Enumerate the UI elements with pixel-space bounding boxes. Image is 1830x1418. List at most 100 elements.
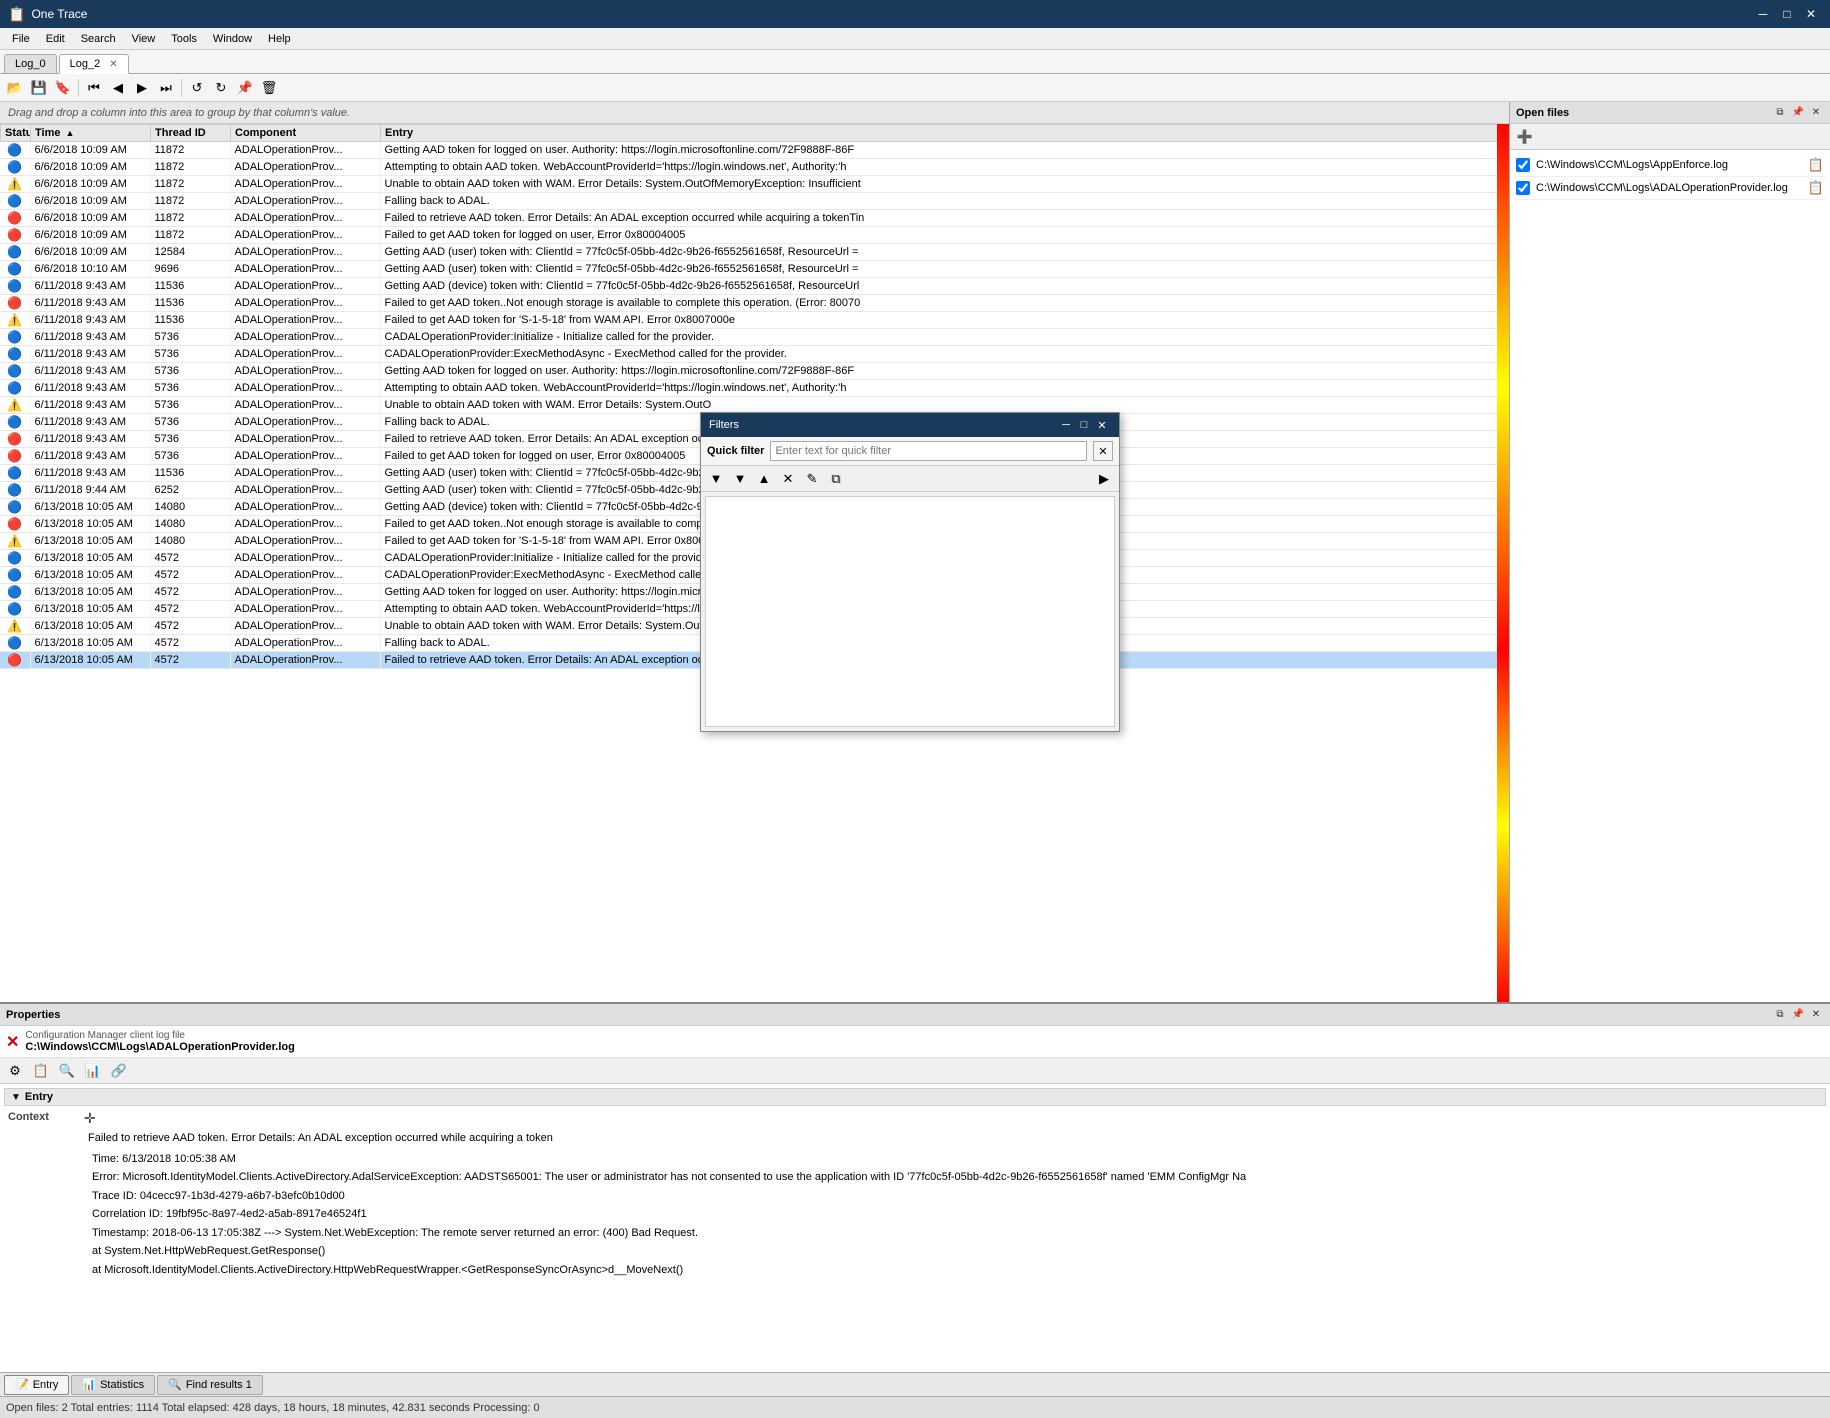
col-header-status[interactable]: Status bbox=[1, 125, 31, 142]
toolbar-save[interactable]: 💾 bbox=[28, 77, 50, 99]
table-row[interactable]: ⚠️ 6/11/2018 9:43 AM 11536 ADALOperation… bbox=[0, 312, 1509, 329]
filter-down-btn[interactable]: ▼ bbox=[729, 468, 751, 490]
table-row[interactable]: 🔵 6/6/2018 10:09 AM 11872 ADALOperationP… bbox=[0, 159, 1509, 176]
menu-search[interactable]: Search bbox=[73, 28, 124, 50]
quick-filter-clear-btn[interactable]: ✕ bbox=[1093, 441, 1113, 461]
menu-view[interactable]: View bbox=[124, 28, 164, 50]
tab-log2-close[interactable]: ✕ bbox=[109, 59, 117, 70]
toolbar-next[interactable]: ▶ bbox=[131, 77, 153, 99]
cell-component: ADALOperationProv... bbox=[230, 431, 380, 448]
menu-tools[interactable]: Tools bbox=[163, 28, 205, 50]
file-action-icon-0[interactable]: 📋 bbox=[1808, 157, 1824, 173]
cell-time: 6/13/2018 10:05 AM bbox=[30, 550, 150, 567]
toolbar-delete[interactable]: 🗑 bbox=[258, 77, 280, 99]
cell-thread: 5736 bbox=[150, 448, 230, 465]
tab-log0[interactable]: Log_0 bbox=[4, 54, 57, 73]
toolbar-refresh[interactable]: ↺ bbox=[186, 77, 208, 99]
properties-float-btn[interactable]: ⧉ bbox=[1772, 1007, 1788, 1023]
table-row[interactable]: 🔵 6/6/2018 10:09 AM 11872 ADALOperationP… bbox=[0, 142, 1509, 159]
filter-up-btn[interactable]: ▲ bbox=[753, 468, 775, 490]
filter-scroll-right-btn[interactable]: ▶ bbox=[1093, 468, 1115, 490]
prop-btn1[interactable]: ⚙ bbox=[4, 1060, 26, 1082]
toolbar-pin[interactable]: 📌 bbox=[234, 77, 256, 99]
file-checkbox-0[interactable] bbox=[1516, 158, 1530, 172]
sort-arrow-time: ▲ bbox=[66, 128, 75, 138]
cell-time: 6/13/2018 10:05 AM bbox=[30, 567, 150, 584]
entry-section-header[interactable]: ▼ Entry bbox=[4, 1088, 1826, 1106]
col-header-thread[interactable]: Thread ID bbox=[151, 125, 231, 142]
cell-time: 6/11/2018 9:43 AM bbox=[30, 295, 150, 312]
table-row[interactable]: 🔵 6/6/2018 10:10 AM 9696 ADALOperationPr… bbox=[0, 261, 1509, 278]
tab-log2[interactable]: Log_2 ✕ bbox=[59, 54, 129, 74]
filters-maximize-btn[interactable]: □ bbox=[1075, 417, 1093, 433]
panel-pin-btn[interactable]: 📌 bbox=[1790, 105, 1806, 121]
toolbar-last[interactable]: ⏭ bbox=[155, 77, 177, 99]
bottom-tab-statistics[interactable]: 📊 Statistics bbox=[71, 1375, 155, 1395]
quick-filter-input[interactable] bbox=[770, 441, 1087, 461]
cell-component: ADALOperationProv... bbox=[230, 516, 380, 533]
cell-status: 🔵 bbox=[0, 414, 30, 431]
cell-time: 6/6/2018 10:09 AM bbox=[30, 159, 150, 176]
col-header-time[interactable]: Time ▲ bbox=[31, 125, 151, 142]
col-header-entry[interactable]: Entry bbox=[381, 125, 1509, 142]
table-row[interactable]: 🔴 6/6/2018 10:09 AM 11872 ADALOperationP… bbox=[0, 210, 1509, 227]
minimize-button[interactable]: ─ bbox=[1752, 5, 1774, 23]
cell-component: ADALOperationProv... bbox=[230, 635, 380, 652]
cell-entry: Unable to obtain AAD token with WAM. Err… bbox=[380, 176, 1509, 193]
cell-thread: 11872 bbox=[150, 176, 230, 193]
table-row[interactable]: 🔵 6/6/2018 10:09 AM 11872 ADALOperationP… bbox=[0, 193, 1509, 210]
properties-toolbar: ⚙ 📋 🔍 📊 🔗 bbox=[0, 1058, 1830, 1084]
file-checkbox-1[interactable] bbox=[1516, 181, 1530, 195]
prop-btn2[interactable]: 📋 bbox=[30, 1060, 52, 1082]
cell-thread: 14080 bbox=[150, 533, 230, 550]
close-button[interactable]: ✕ bbox=[1800, 5, 1822, 23]
toolbar-redo[interactable]: ↻ bbox=[210, 77, 232, 99]
cell-entry: Failed to get AAD token for logged on us… bbox=[380, 227, 1509, 244]
properties-pin-btn[interactable]: 📌 bbox=[1790, 1007, 1806, 1023]
menu-edit[interactable]: Edit bbox=[38, 28, 73, 50]
prop-btn5[interactable]: 🔗 bbox=[108, 1060, 130, 1082]
toolbar-bookmark[interactable]: 🔖 bbox=[52, 77, 74, 99]
table-row[interactable]: ⚠️ 6/6/2018 10:09 AM 11872 ADALOperation… bbox=[0, 176, 1509, 193]
filter-add-btn[interactable]: ▼ bbox=[705, 468, 727, 490]
menu-help[interactable]: Help bbox=[260, 28, 299, 50]
table-row[interactable]: 🔴 6/11/2018 9:43 AM 11536 ADALOperationP… bbox=[0, 295, 1509, 312]
bottom-tab-entry[interactable]: 📝 Entry bbox=[4, 1375, 69, 1395]
cell-component: ADALOperationProv... bbox=[230, 499, 380, 516]
toolbar-open[interactable]: 📂 bbox=[4, 77, 26, 99]
table-row[interactable]: 🔵 6/11/2018 9:43 AM 5736 ADALOperationPr… bbox=[0, 329, 1509, 346]
bottom-tab-findresults[interactable]: 🔍 Find results 1 bbox=[157, 1375, 263, 1395]
toolbar-prev[interactable]: ◀ bbox=[107, 77, 129, 99]
table-row[interactable]: 🔴 6/6/2018 10:09 AM 11872 ADALOperationP… bbox=[0, 227, 1509, 244]
table-row[interactable]: 🔵 6/11/2018 9:43 AM 5736 ADALOperationPr… bbox=[0, 346, 1509, 363]
table-row[interactable]: 🔵 6/11/2018 9:43 AM 11536 ADALOperationP… bbox=[0, 278, 1509, 295]
entry-collapse-arrow[interactable]: ▼ bbox=[11, 1092, 21, 1103]
cell-component: ADALOperationProv... bbox=[230, 397, 380, 414]
menu-file[interactable]: File bbox=[4, 28, 38, 50]
table-row[interactable]: ⚠️ 6/11/2018 9:43 AM 5736 ADALOperationP… bbox=[0, 397, 1509, 414]
cell-thread: 6252 bbox=[150, 482, 230, 499]
filter-edit-btn[interactable]: ✎ bbox=[801, 468, 823, 490]
file-action-icon-1[interactable]: 📋 bbox=[1808, 180, 1824, 196]
table-row[interactable]: 🔵 6/11/2018 9:43 AM 5736 ADALOperationPr… bbox=[0, 363, 1509, 380]
filters-close-btn[interactable]: ✕ bbox=[1093, 417, 1111, 433]
add-file-btn[interactable]: ➕ bbox=[1514, 126, 1536, 148]
col-header-component[interactable]: Component bbox=[231, 125, 381, 142]
prop-btn4[interactable]: 📊 bbox=[82, 1060, 104, 1082]
menu-window[interactable]: Window bbox=[205, 28, 260, 50]
table-row[interactable]: 🔵 6/6/2018 10:09 AM 12584 ADALOperationP… bbox=[0, 244, 1509, 261]
maximize-button[interactable]: □ bbox=[1776, 5, 1798, 23]
properties-close-btn[interactable]: ✕ bbox=[1808, 1007, 1824, 1023]
filters-toolbar: ▼ ▼ ▲ ✕ ✎ ⧉ ▶ bbox=[701, 466, 1119, 492]
filter-delete-btn[interactable]: ✕ bbox=[777, 468, 799, 490]
info-icon: 🔵 bbox=[7, 279, 22, 293]
panel-float-btn[interactable]: ⧉ bbox=[1772, 105, 1788, 121]
table-row[interactable]: 🔵 6/11/2018 9:43 AM 5736 ADALOperationPr… bbox=[0, 380, 1509, 397]
filter-copy-btn[interactable]: ⧉ bbox=[825, 468, 847, 490]
cell-status: 🔵 bbox=[0, 159, 30, 176]
panel-close-btn[interactable]: ✕ bbox=[1808, 105, 1824, 121]
properties-content[interactable]: ▼ Entry Context ✛ Failed to retrieve AAD… bbox=[0, 1084, 1830, 1372]
toolbar-first[interactable]: ⏮ bbox=[83, 77, 105, 99]
prop-btn3[interactable]: 🔍 bbox=[56, 1060, 78, 1082]
filters-minimize-btn[interactable]: ─ bbox=[1057, 417, 1075, 433]
